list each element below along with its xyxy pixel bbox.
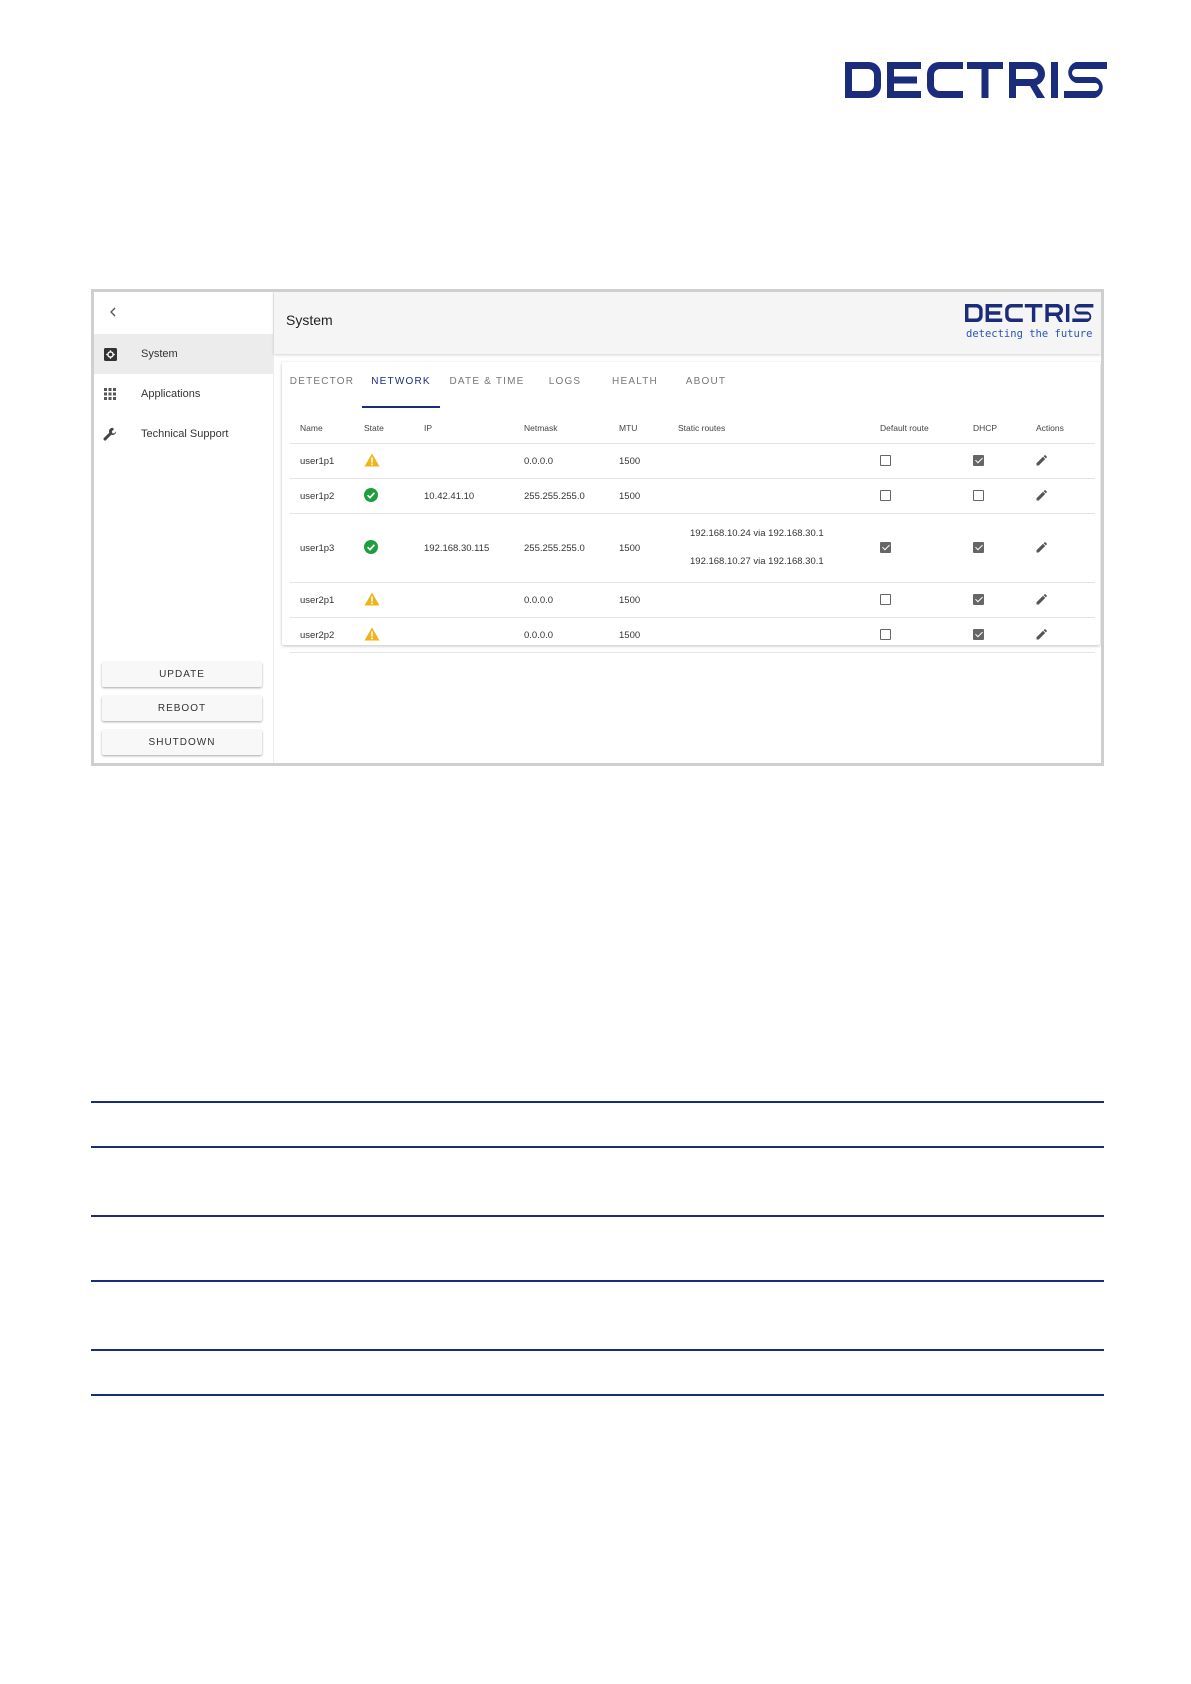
dhcp-checkbox[interactable]: [973, 629, 984, 641]
default-route-checkbox[interactable]: [880, 594, 891, 606]
static-route: 192.168.10.27 via 192.168.30.1: [690, 556, 824, 567]
sidebar-item-applications[interactable]: Applications: [94, 374, 273, 414]
static-routes-cell: [668, 443, 870, 479]
ip-cell: [414, 617, 514, 653]
reboot-button[interactable]: REBOOT: [102, 696, 262, 721]
default-route-checkbox[interactable]: [880, 542, 891, 554]
pencil-edit-icon[interactable]: [1036, 628, 1048, 640]
netmask-cell: 255.255.255.0: [514, 478, 609, 514]
interface-name: user2p1: [290, 582, 354, 618]
system-settings-icon: [103, 347, 117, 361]
divider-line: [91, 1101, 1104, 1103]
sidebar-item-label: Applications: [141, 388, 201, 400]
column-header: DHCP: [963, 413, 1026, 444]
default-route-checkbox[interactable]: [880, 490, 891, 502]
interface-name: user1p1: [290, 443, 354, 479]
sidebar-item-label: Technical Support: [141, 428, 229, 440]
check-circle-icon: [364, 539, 378, 554]
grid-apps-icon: [103, 387, 117, 401]
divider-line: [91, 1280, 1104, 1282]
table-row: user1p2 10.42.41.10 255.255.255.0 1500: [290, 478, 1095, 514]
interface-name: user1p3: [290, 513, 354, 583]
tab-date-time[interactable]: DATE & TIME: [442, 376, 532, 406]
dhcp-checkbox[interactable]: [973, 542, 984, 554]
tab-about[interactable]: ABOUT: [674, 376, 738, 406]
static-routes-cell: [668, 617, 870, 653]
mtu-cell: 1500: [609, 478, 668, 514]
tab-network[interactable]: NETWORK: [362, 376, 440, 408]
ip-cell: 192.168.30.115: [414, 513, 514, 583]
mtu-cell: 1500: [609, 617, 668, 653]
column-header: Name: [290, 413, 354, 444]
app-window: System Applications Technical Support UP…: [91, 289, 1104, 766]
tab-health[interactable]: HEALTH: [598, 376, 672, 406]
ip-cell: [414, 582, 514, 618]
warning-icon: [364, 592, 380, 605]
check-circle-icon: [364, 487, 378, 502]
divider-line: [91, 1394, 1104, 1396]
divider-line: [91, 1215, 1104, 1217]
update-button[interactable]: UPDATE: [102, 662, 262, 687]
interface-name: user2p2: [290, 617, 354, 653]
mtu-cell: 1500: [609, 513, 668, 583]
static-routes-cell: [668, 478, 870, 514]
network-table: Name State IP Netmask MTU Static routes …: [290, 413, 1095, 653]
default-route-checkbox[interactable]: [880, 629, 891, 641]
mtu-cell: 1500: [609, 582, 668, 618]
sidebar-item-label: System: [141, 348, 178, 360]
tab-bar: DETECTOR NETWORK DATE & TIME LOGS HEALTH…: [282, 362, 1100, 408]
column-header: MTU: [609, 413, 668, 444]
static-routes-cell: [668, 582, 870, 618]
dectris-header-logo: detecting the future: [965, 304, 1094, 340]
sidebar-item-technical-support[interactable]: Technical Support: [94, 414, 273, 454]
dhcp-checkbox[interactable]: [973, 594, 984, 606]
table-row: user1p3 192.168.30.115 255.255.255.0 150…: [290, 513, 1095, 583]
column-header: Static routes: [668, 413, 870, 444]
page-title: System: [286, 312, 333, 328]
column-header: Netmask: [514, 413, 609, 444]
table-header-row: Name State IP Netmask MTU Static routes …: [290, 413, 1095, 444]
table-row: user2p1 0.0.0.0 1500: [290, 582, 1095, 618]
table-row: user1p1 0.0.0.0 1500: [290, 443, 1095, 479]
table-row: user2p2 0.0.0.0 1500: [290, 617, 1095, 653]
brand-tagline: detecting the future: [966, 328, 1092, 340]
dectris-logo: [845, 62, 1107, 98]
mtu-cell: 1500: [609, 443, 668, 479]
pencil-edit-icon[interactable]: [1036, 454, 1048, 466]
tab-detector[interactable]: DETECTOR: [284, 376, 360, 406]
pencil-edit-icon[interactable]: [1036, 541, 1048, 553]
dhcp-checkbox[interactable]: [973, 490, 984, 502]
static-route: 192.168.10.24 via 192.168.30.1: [690, 528, 824, 539]
netmask-cell: 0.0.0.0: [514, 617, 609, 653]
divider-line: [91, 1146, 1104, 1148]
divider-line: [91, 1349, 1104, 1351]
default-route-checkbox[interactable]: [880, 455, 891, 467]
column-header: State: [354, 413, 414, 444]
column-header: Default route: [870, 413, 963, 444]
dhcp-checkbox[interactable]: [973, 455, 984, 467]
pencil-edit-icon[interactable]: [1036, 593, 1048, 605]
ip-cell: 10.42.41.10: [414, 478, 514, 514]
wrench-icon: [103, 427, 117, 441]
netmask-cell: 255.255.255.0: [514, 513, 609, 583]
column-header: Actions: [1026, 413, 1095, 444]
network-card: DETECTOR NETWORK DATE & TIME LOGS HEALTH…: [282, 362, 1100, 653]
interface-name: user1p2: [290, 478, 354, 514]
ip-cell: [414, 443, 514, 479]
sidebar-item-system[interactable]: System: [94, 334, 273, 374]
tab-logs[interactable]: LOGS: [534, 376, 596, 406]
column-header: IP: [414, 413, 514, 444]
main-content: System detecting the future DETECTOR NET…: [274, 292, 1101, 763]
shutdown-button[interactable]: SHUTDOWN: [102, 730, 262, 755]
app-header: System detecting the future: [274, 292, 1101, 354]
pencil-edit-icon[interactable]: [1036, 489, 1048, 501]
netmask-cell: 0.0.0.0: [514, 443, 609, 479]
chevron-left-icon[interactable]: [106, 304, 126, 324]
warning-icon: [364, 453, 380, 466]
static-routes-cell: 192.168.10.24 via 192.168.30.1 192.168.1…: [668, 513, 870, 583]
warning-icon: [364, 627, 380, 640]
netmask-cell: 0.0.0.0: [514, 582, 609, 618]
sidebar: System Applications Technical Support UP…: [94, 292, 274, 763]
